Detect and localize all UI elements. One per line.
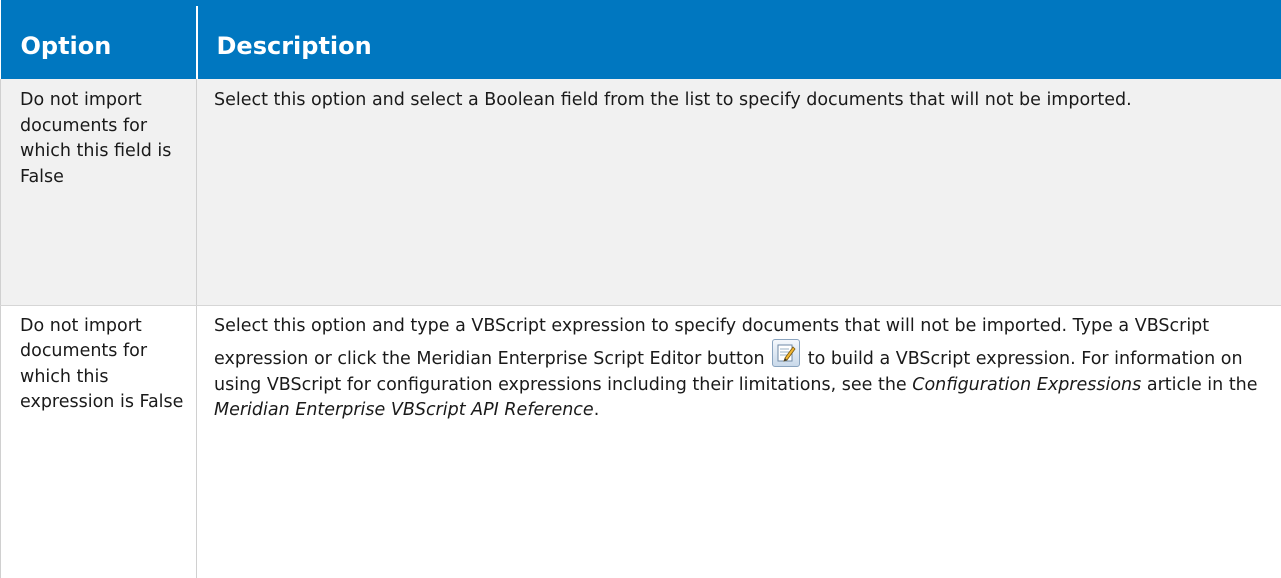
option-cell: Do not import documents for which this f… [1,79,197,305]
table-row: Do not import documents for which this f… [1,79,1281,305]
table-header-row: Option Description [1,3,1281,79]
doc-reference: Configuration Expressions [912,375,1141,395]
description-text: article in the [1141,375,1257,395]
doc-reference: Meridian Enterprise VBScript API Referen… [214,400,594,420]
header-option: Option [1,3,197,79]
script-editor-icon [772,339,800,367]
table-row: Do not import documents for which this e… [1,305,1281,578]
options-table: Option Description Do not import documen… [0,0,1281,578]
description-text: . [594,400,600,420]
header-description: Description [197,3,1281,79]
description-cell: Select this option and type a VBScript e… [197,305,1281,578]
option-cell: Do not import documents for which this e… [1,305,197,578]
description-cell: Select this option and select a Boolean … [197,79,1281,305]
